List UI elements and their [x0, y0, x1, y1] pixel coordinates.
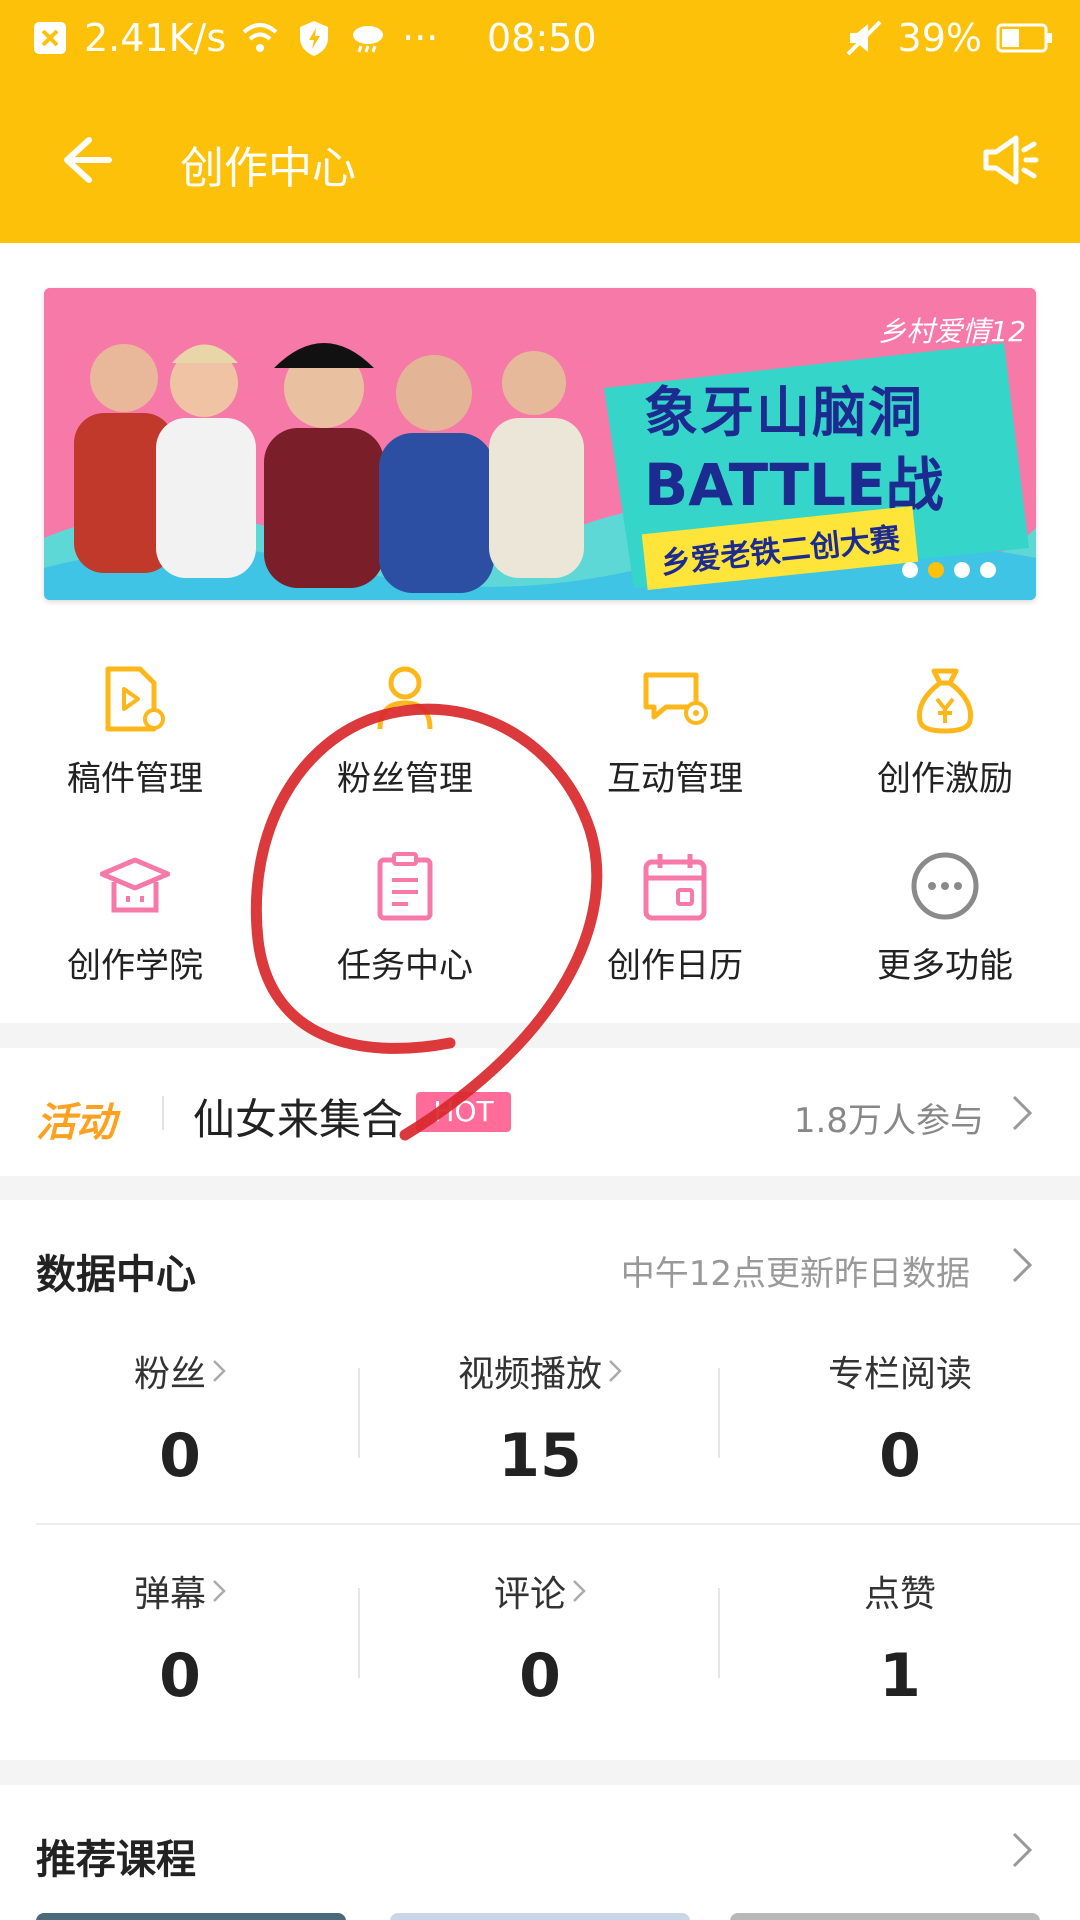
notification-icon [34, 22, 66, 54]
fans-management[interactable]: 粉丝管理 [270, 643, 540, 813]
more-icon [911, 852, 979, 920]
stat-label: 弹幕 [133, 1574, 206, 1615]
calendar-icon [643, 854, 707, 921]
carousel-dot [954, 562, 970, 578]
banner-headline-1: 象牙山脑洞 [644, 381, 924, 444]
clipboard-icon [377, 852, 433, 921]
banner-corner-text: 乡村爱情12 [878, 315, 1026, 348]
more-status: ··· [402, 16, 439, 60]
weather-icon [353, 26, 384, 53]
carousel-indicator [902, 562, 996, 578]
task-center[interactable]: 任务中心 [270, 830, 540, 1000]
stat-value: 0 [159, 1421, 201, 1491]
manuscript-icon [105, 666, 165, 732]
update-note: 中午12点更新昨日数据 [620, 1254, 970, 1294]
stat-comments[interactable]: 评论 0 [360, 1565, 720, 1711]
creation-incentive[interactable]: 创作激励 [810, 643, 1080, 813]
battery-icon [996, 23, 1052, 53]
chevron-right-icon [573, 1580, 586, 1602]
promo-banner[interactable]: 乡村爱情12 象牙山脑洞 BATTLE战 乡爱老铁二创大赛 [44, 288, 1036, 600]
hot-badge: HOT [416, 1092, 511, 1132]
page-title: 创作中心 [180, 143, 356, 194]
chevron-right-icon[interactable] [1010, 1093, 1034, 1133]
function-label: 更多功能 [877, 946, 1013, 986]
course-thumbnail[interactable] [36, 1913, 346, 1920]
back-arrow-icon[interactable] [55, 132, 115, 188]
chevron-right-icon [213, 1360, 226, 1382]
section-title: 推荐课程 [36, 1837, 196, 1883]
course-thumbnail[interactable] [730, 1913, 1040, 1920]
chevron-right-icon[interactable] [1010, 1830, 1034, 1870]
stat-value: 0 [879, 1421, 921, 1491]
section-title: 数据中心 [36, 1252, 196, 1298]
creation-academy[interactable]: 创作学院 [0, 830, 270, 1000]
stat-label: 视频播放 [457, 1354, 602, 1395]
interaction-management[interactable]: 互动管理 [540, 643, 810, 813]
function-label: 互动管理 [607, 759, 743, 799]
academy-icon [100, 857, 170, 913]
creation-calendar[interactable]: 创作日历 [540, 830, 810, 1000]
participant-count: 1.8万人参与 [793, 1101, 984, 1141]
interaction-icon [643, 672, 708, 725]
carousel-dot-active [928, 562, 944, 578]
main-card: 乡村爱情12 象牙山脑洞 BATTLE战 乡爱老铁二创大赛 稿件管理 粉丝管理 [0, 243, 1080, 1023]
chevron-right-icon[interactable] [1010, 1245, 1034, 1285]
carousel-dot [980, 562, 996, 578]
activity-tag: 活动 [36, 1100, 116, 1146]
chevron-right-icon [213, 1580, 226, 1602]
creation-center-screen: { "status_bar": { "speed": "2.41K/s", "m… [0, 0, 1080, 1920]
wifi-icon [242, 23, 278, 52]
data-center: 数据中心 中午12点更新昨日数据 粉丝 0 视频播放 15 专栏阅读 0 弹幕 … [0, 1200, 1080, 1760]
carousel-dot [902, 562, 918, 578]
stat-danmaku[interactable]: 弹幕 0 [0, 1565, 360, 1711]
function-label: 创作激励 [877, 759, 1013, 799]
money-bag-icon [916, 668, 974, 734]
cast-illustration [74, 343, 584, 593]
battery-level: 39% [897, 16, 982, 60]
stat-likes: 点赞 1 [720, 1565, 1080, 1711]
more-functions[interactable]: 更多功能 [810, 830, 1080, 1000]
function-label: 创作学院 [67, 946, 203, 986]
course-thumbnail[interactable] [390, 1913, 690, 1920]
stat-video-plays[interactable]: 视频播放 15 [360, 1345, 720, 1491]
status-bar: 2.41K/s ··· 08:50 39% [0, 0, 1080, 78]
fans-icon [377, 666, 433, 730]
header: 创作中心 [0, 110, 1080, 210]
stat-label: 点赞 [863, 1574, 936, 1615]
recommended-courses: 推荐课程 [0, 1785, 1080, 1920]
function-label: 稿件管理 [67, 759, 203, 799]
activity-title[interactable]: 仙女来集合 [193, 1086, 403, 1147]
stat-value: 1 [879, 1641, 921, 1711]
stat-fans[interactable]: 粉丝 0 [0, 1345, 360, 1491]
announcement-icon[interactable] [980, 132, 1040, 188]
manuscript-management[interactable]: 稿件管理 [0, 643, 270, 813]
stat-value: 15 [498, 1421, 582, 1491]
function-label: 任务中心 [337, 946, 473, 986]
network-speed: 2.41K/s [84, 16, 227, 60]
stat-column-reads: 专栏阅读 0 [720, 1345, 1080, 1491]
stat-label: 粉丝 [133, 1354, 206, 1395]
shield-icon [300, 21, 329, 56]
stat-value: 0 [519, 1641, 561, 1711]
function-label: 创作日历 [607, 946, 743, 986]
clock: 08:50 [487, 16, 597, 60]
function-label: 粉丝管理 [337, 759, 473, 799]
stat-label: 专栏阅读 [827, 1354, 972, 1395]
chevron-right-icon [609, 1360, 622, 1382]
stat-label: 评论 [493, 1574, 566, 1615]
divider [162, 1096, 164, 1130]
activity-row[interactable]: 活动 仙女来集合 HOT 1.8万人参与 [0, 1048, 1080, 1176]
divider [36, 1523, 1080, 1525]
mute-icon [846, 20, 881, 56]
top-bar: 2.41K/s ··· 08:50 39% 创作中心 [0, 0, 1080, 243]
stat-value: 0 [159, 1641, 201, 1711]
